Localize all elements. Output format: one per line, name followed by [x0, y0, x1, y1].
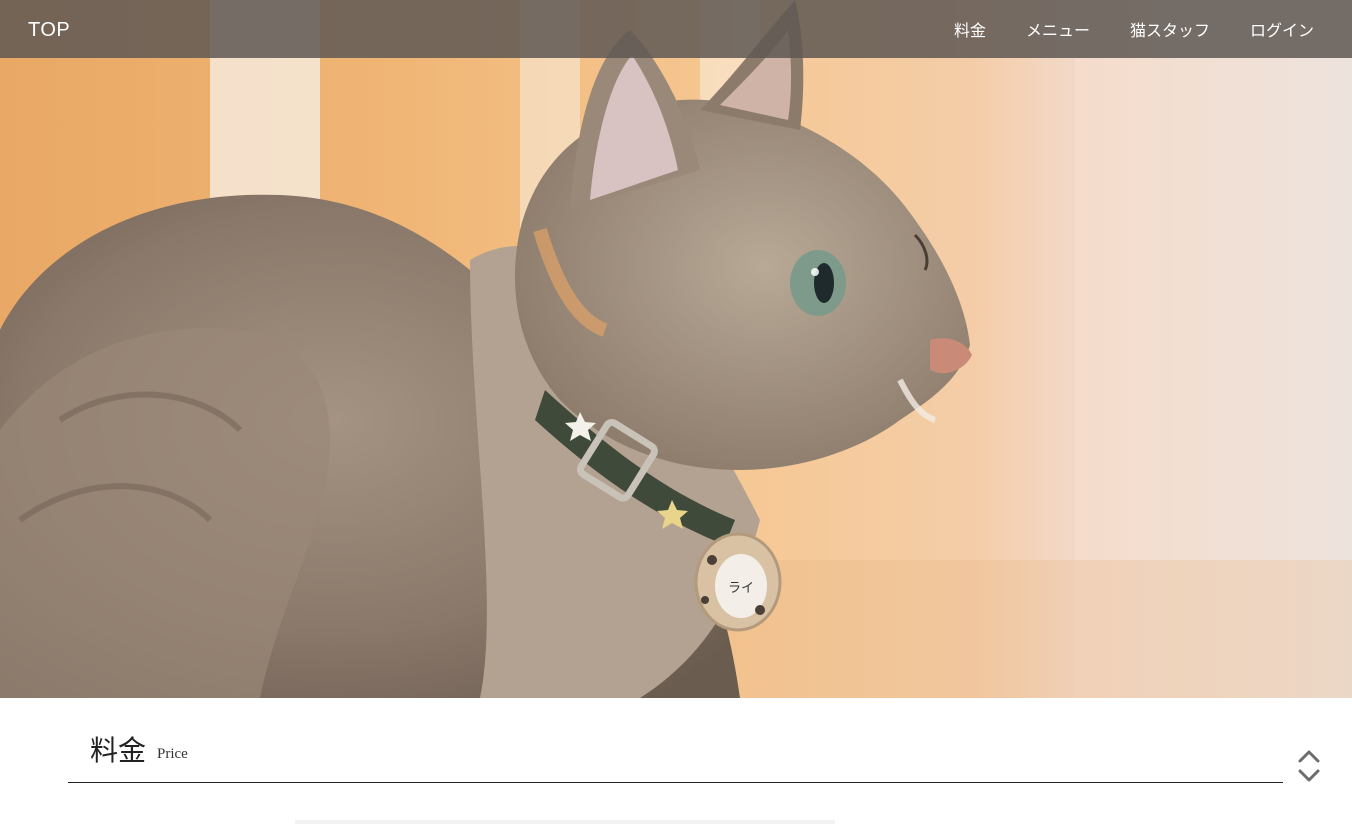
hero-image: ライ: [0, 0, 1352, 698]
name-tag-text: ライ: [728, 581, 754, 596]
chevron-up-down-icon[interactable]: [1297, 748, 1321, 786]
nav-item-cat-staff[interactable]: 猫スタッフ: [1130, 17, 1210, 41]
section-subtitle: Price: [157, 746, 188, 762]
main-nav: 料金 メニュー 猫スタッフ ログイン: [954, 17, 1314, 41]
page: ライ TOP 料金 メニュー 猫スタッフ ログイン 料金 Price: [0, 0, 1352, 824]
price-section-header: 料金 Price: [68, 724, 1283, 783]
top-nav-bar: TOP 料金 メニュー 猫スタッフ ログイン: [0, 0, 1352, 58]
nav-item-price[interactable]: 料金: [954, 17, 986, 41]
cat-photo: ライ: [0, 0, 1352, 698]
section-title: 料金: [90, 734, 147, 767]
nav-item-menu[interactable]: メニュー: [1026, 17, 1090, 41]
content-top-edge: [295, 820, 835, 824]
nav-item-login[interactable]: ログイン: [1250, 17, 1314, 41]
top-link[interactable]: TOP: [28, 19, 70, 42]
